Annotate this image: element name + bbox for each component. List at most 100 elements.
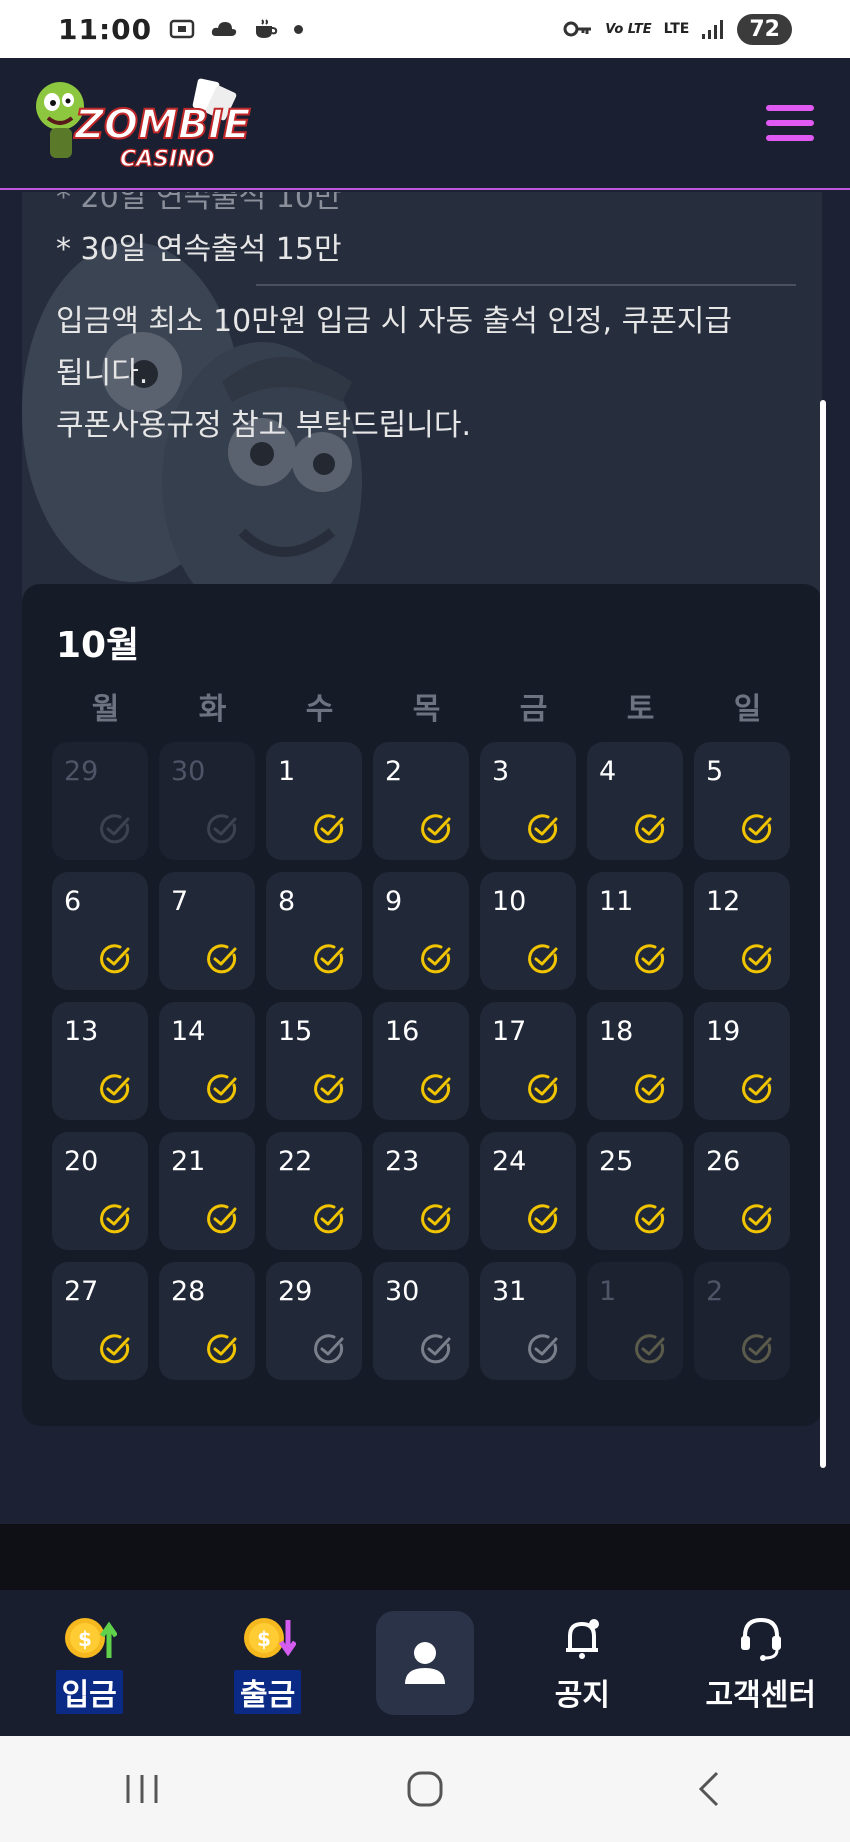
calendar-day-number: 21 [171,1146,206,1177]
weekday-fri: 금 [519,692,548,727]
calendar-day[interactable]: 5 [694,742,790,860]
weekday-thu: 목 [412,692,441,727]
check-circle-icon [742,1074,772,1104]
calendar-day[interactable]: 14 [159,1002,255,1120]
check-circle-icon [421,944,451,974]
key-icon [563,21,592,37]
calendar-day[interactable]: 21 [159,1132,255,1250]
notice-line-20days: * 20일 연속출석 10만 [56,192,342,215]
calendar-day-number: 8 [278,886,296,917]
calendar-day[interactable]: 3 [480,742,576,860]
calendar-day[interactable]: 23 [373,1132,469,1250]
check-circle-icon [314,1204,344,1234]
calendar-day-number: 12 [706,886,741,917]
calendar-day-number: 17 [492,1016,527,1047]
calendar-day[interactable]: 11 [587,872,683,990]
calendar-day-number: 5 [706,756,724,787]
calendar-day[interactable]: 19 [694,1002,790,1120]
calendar-day-number: 15 [278,1016,313,1047]
calendar-day[interactable]: 24 [480,1132,576,1250]
nav-profile-button[interactable] [375,1611,474,1715]
menu-hamburger-icon[interactable] [766,105,814,141]
nav-deposit-label: 입금 [55,1670,123,1714]
nav-support[interactable]: 고객센터 [691,1612,831,1714]
calendar-day[interactable]: 6 [52,872,148,990]
calendar-day[interactable]: 15 [266,1002,362,1120]
notice-line-30days: * 30일 연속출석 15만 [56,232,342,267]
calendar-day[interactable]: 26 [694,1132,790,1250]
notice-deposit-rule-cont: 됩니다. [56,356,149,391]
calendar-day-number: 2 [385,756,403,787]
calendar-day[interactable]: 20 [52,1132,148,1250]
calendar-day[interactable]: 27 [52,1262,148,1380]
calendar-day[interactable]: 4 [587,742,683,860]
calendar-day[interactable]: 12 [694,872,790,990]
main-content[interactable]: * 20일 연속출석 10만 * 30일 연속출석 15만 입금액 최소 10만… [0,192,850,1524]
calendar-day-number: 19 [706,1016,741,1047]
calendar-day-number: 4 [599,756,617,787]
weekday-tue: 화 [198,692,227,727]
scrollbar[interactable] [820,400,826,1468]
calendar-day[interactable]: 30 [373,1262,469,1380]
calendar-day[interactable]: 29 [52,742,148,860]
calendar-day[interactable]: 13 [52,1002,148,1120]
check-circle-icon [100,814,130,844]
calendar-day[interactable]: 29 [266,1262,362,1380]
calendar-day[interactable]: 30 [159,742,255,860]
calendar-day[interactable]: 9 [373,872,469,990]
check-circle-icon [635,1074,665,1104]
calendar-day-number: 11 [599,886,634,917]
calendar-day[interactable]: 31 [480,1262,576,1380]
calendar-day-number: 27 [64,1276,99,1307]
signal-icon [702,20,724,39]
check-circle-icon [742,1204,772,1234]
check-circle-icon [207,944,237,974]
calendar-day[interactable]: 17 [480,1002,576,1120]
calendar-day[interactable]: 10 [480,872,576,990]
calendar-day[interactable]: 8 [266,872,362,990]
calendar-day[interactable]: 2 [694,1262,790,1380]
calendar-day[interactable]: 28 [159,1262,255,1380]
check-circle-icon [100,1204,130,1234]
calendar-day-number: 18 [599,1016,634,1047]
svg-text:CASINO: CASINO [120,147,214,172]
svg-text:$: $ [257,1627,271,1651]
check-circle-icon [100,1074,130,1104]
calendar-day[interactable]: 16 [373,1002,469,1120]
coin-deposit-icon: $ [65,1618,118,1658]
calendar-day-number: 31 [492,1276,527,1307]
nav-support-label: 고객센터 [705,1678,816,1713]
check-circle-icon [528,944,558,974]
calendar-day-number: 13 [64,1016,99,1047]
check-circle-icon [528,1334,558,1364]
attendance-calendar: 10월 월 화 수 목 금 토 일 29 30 1 2 3 4 5 6 7 8 9 10 11 12 13 1… [22,584,822,1426]
zombie-casino-logo[interactable]: ZOMBIE CASINO [30,68,255,178]
nav-notice[interactable]: 공지 [512,1612,652,1714]
recents-button[interactable] [112,1767,172,1811]
nav-deposit[interactable]: $ 입금 [19,1612,159,1714]
calendar-day[interactable]: 18 [587,1002,683,1120]
calendar-day[interactable]: 1 [266,742,362,860]
home-icon [407,1771,443,1807]
check-circle-icon [207,1074,237,1104]
check-circle-icon [100,944,130,974]
nav-withdraw[interactable]: $ 출금 [198,1612,338,1714]
home-button[interactable] [395,1767,455,1811]
calendar-day-number: 10 [492,886,527,917]
calendar-day-number: 14 [171,1016,206,1047]
calendar-day[interactable]: 25 [587,1132,683,1250]
check-circle-icon [635,1334,665,1364]
calendar-day-number: 23 [385,1146,420,1177]
calendar-day[interactable]: 1 [587,1262,683,1380]
user-icon [404,1642,445,1684]
back-button[interactable] [678,1767,738,1811]
check-circle-icon [314,814,344,844]
calendar-day[interactable]: 7 [159,872,255,990]
check-circle-icon [635,944,665,974]
check-circle-icon [314,944,344,974]
calendar-day[interactable]: 22 [266,1132,362,1250]
calendar-day[interactable]: 2 [373,742,469,860]
battery-indicator: 72 [737,13,792,45]
calendar-day-number: 9 [385,886,403,917]
check-circle-icon [207,1334,237,1364]
